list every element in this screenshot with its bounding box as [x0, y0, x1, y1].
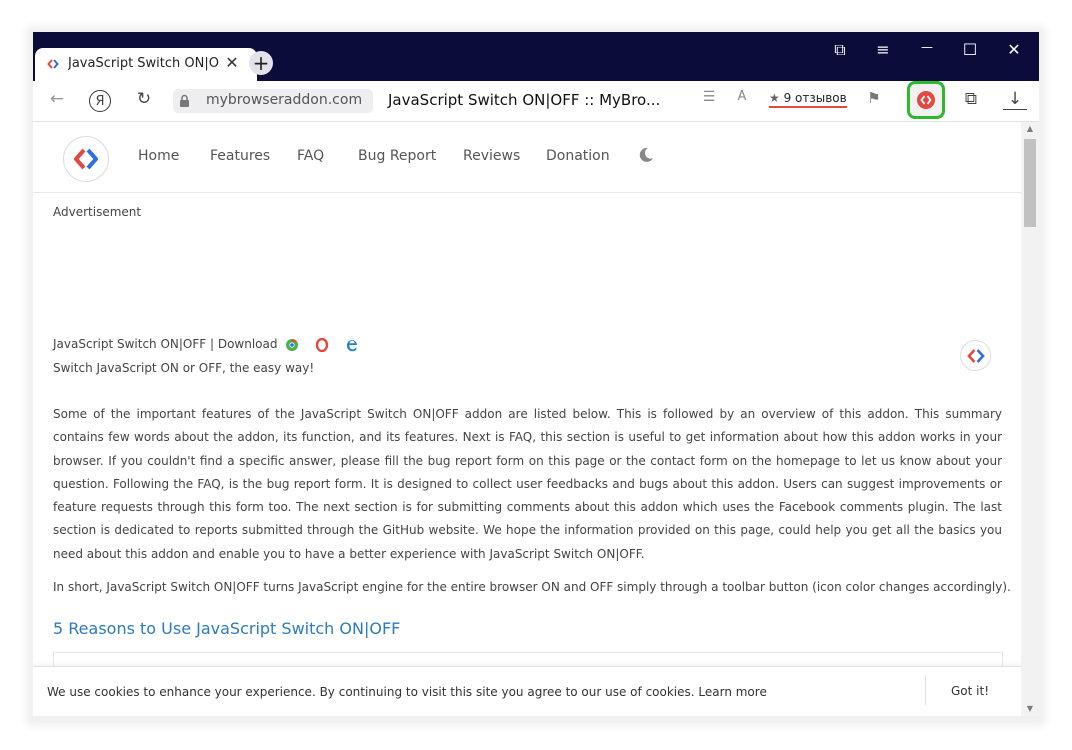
site-logo[interactable] [63, 136, 109, 182]
tab-close-icon[interactable]: ✕ [223, 53, 241, 73]
minimize-button[interactable]: — [912, 40, 942, 64]
logo-brackets-icon [74, 148, 98, 170]
reasons-heading[interactable]: 5 Reasons to Use JavaScript Switch ON|OF… [53, 619, 400, 638]
site-header: Home Features FAQ Bug Report Reviews Don… [33, 122, 1021, 193]
edge-icon[interactable] [345, 337, 359, 352]
lock-icon [180, 94, 189, 107]
nav-donation[interactable]: Donation [546, 148, 610, 164]
back-icon[interactable]: ← [45, 89, 69, 113]
extensions-icon[interactable]: ⧉ [959, 89, 983, 113]
page-scrollbar[interactable]: ▲ ▼ [1021, 122, 1039, 716]
reload-icon[interactable]: ↻ [132, 89, 156, 113]
new-tab-button[interactable]: + [249, 51, 273, 75]
nav-faq[interactable]: FAQ [297, 148, 324, 164]
tagline: Switch JavaScript ON or OFF, the easy wa… [53, 361, 315, 375]
js-switch-icon [917, 91, 935, 109]
menu-icon[interactable]: ≡ [868, 40, 898, 64]
summary-paragraph: In short, JavaScript Switch ON|OFF turns… [53, 580, 1011, 594]
tab-title: JavaScript Switch ON|OFF :: MyBrowserAdd… [68, 56, 220, 71]
maximize-button[interactable]: ☐ [955, 40, 985, 64]
url-text: mybrowseraddon.com [206, 92, 363, 108]
star-icon: ★ [769, 91, 780, 105]
page-title: JavaScript Switch ON|OFF :: MyBro... [388, 91, 661, 109]
side-addon-logo[interactable] [960, 340, 991, 371]
cookie-divider [925, 675, 926, 705]
download-line: JavaScript Switch ON|OFF | Download [53, 337, 278, 351]
translate-icon[interactable]: A [730, 89, 754, 113]
scroll-up-icon[interactable]: ▲ [1021, 122, 1039, 136]
reader-mode-icon[interactable]: ☰ [697, 89, 721, 113]
bookmark-icon[interactable]: ⚑ [862, 89, 886, 113]
scroll-down-icon[interactable]: ▼ [1021, 702, 1039, 716]
nav-features[interactable]: Features [210, 148, 270, 164]
javascript-switch-extension-button[interactable] [907, 81, 945, 119]
side-logo-brackets-icon [967, 349, 985, 363]
addon-favicon-icon [47, 59, 59, 69]
collections-icon[interactable]: ⧉ [825, 40, 855, 64]
cookie-accept-button[interactable]: Got it! [951, 684, 989, 698]
download-icon[interactable]: ↓ [1003, 89, 1027, 110]
address-bar[interactable]: mybrowseraddon.com [173, 89, 373, 113]
yandex-icon[interactable]: Я [89, 90, 111, 112]
reviews-badge[interactable]: ★ 9 отзывов [769, 91, 847, 108]
advertisement-label: Advertisement [53, 205, 142, 219]
chrome-icon[interactable] [285, 338, 299, 352]
cookie-text: We use cookies to enhance your experienc… [47, 685, 767, 699]
dark-mode-moon-icon[interactable] [637, 146, 655, 164]
browser-window: JavaScript Switch ON|OFF :: MyBrowserAdd… [33, 32, 1039, 716]
opera-icon[interactable] [315, 338, 329, 352]
title-bar: JavaScript Switch ON|OFF :: MyBrowserAdd… [33, 32, 1039, 81]
nav-home[interactable]: Home [138, 148, 179, 164]
tab-active[interactable]: JavaScript Switch ON|OFF :: MyBrowserAdd… [35, 48, 257, 81]
nav-bug-report[interactable]: Bug Report [358, 148, 436, 164]
reviews-count: 9 отзывов [783, 91, 847, 105]
close-window-button[interactable]: ✕ [999, 40, 1029, 64]
cookie-banner: We use cookies to enhance your experienc… [33, 666, 1021, 716]
scroll-thumb[interactable] [1024, 139, 1036, 227]
page-viewport: Home Features FAQ Bug Report Reviews Don… [33, 122, 1021, 716]
intro-paragraph: Some of the important features of the Ja… [53, 407, 1002, 561]
browser-toolbar: ← Я ↻ mybrowseraddon.com JavaScript Swit… [33, 81, 1039, 122]
nav-reviews[interactable]: Reviews [463, 148, 520, 164]
